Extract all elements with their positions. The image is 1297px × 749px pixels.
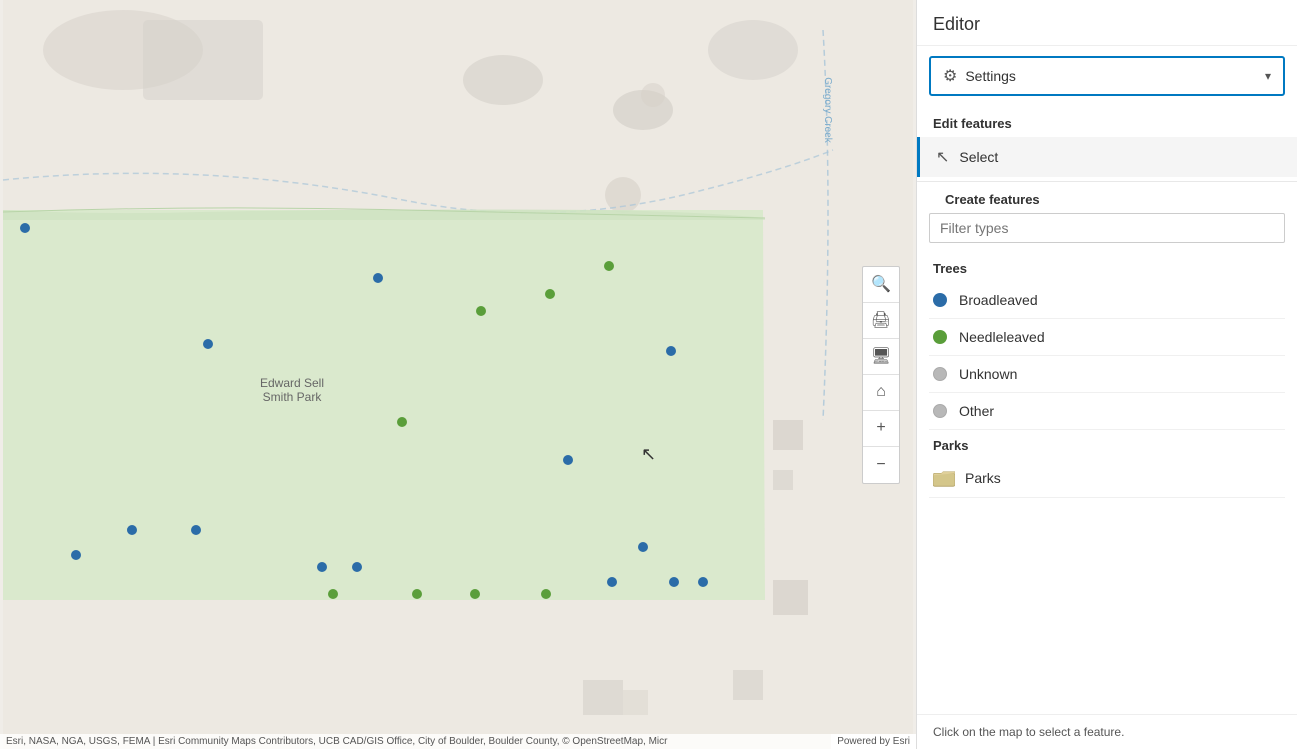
select-tool-item[interactable]: ↖ Select (917, 137, 1297, 177)
monitor-button[interactable]: 🖥 (863, 339, 899, 375)
zoom-out-icon: − (876, 456, 885, 474)
parks-category-label: Parks (929, 430, 1285, 459)
search-tool-button[interactable]: 🔍 (863, 267, 899, 303)
parks-label: Parks (965, 470, 1001, 486)
monitor-icon: 🖥 (871, 346, 891, 366)
edit-features-section: Edit features ↖ Select (917, 106, 1297, 177)
create-features-section: Create features Trees Broadleaved Needle… (917, 182, 1297, 506)
zoom-out-button[interactable]: − (863, 447, 899, 483)
trees-category-label: Trees (929, 253, 1285, 282)
zoom-in-icon: + (876, 419, 885, 437)
unknown-label: Unknown (959, 366, 1017, 382)
list-item[interactable]: Needleleaved (929, 319, 1285, 356)
svg-text:↖: ↖ (641, 444, 656, 464)
broadleaved-dot (933, 293, 947, 307)
other-label: Other (959, 403, 994, 419)
map-attribution: Esri, NASA, NGA, USGS, FEMA | Esri Commu… (0, 734, 916, 749)
unknown-dot (933, 367, 947, 381)
map-toolbar: 🔍 🖨 🖥 ⌂ + − (862, 266, 900, 484)
svg-text:Gregory Creek: Gregory Creek (822, 77, 833, 144)
filter-types-input[interactable] (929, 213, 1285, 243)
edit-features-header: Edit features (917, 106, 1297, 137)
needleleaved-dot (933, 330, 947, 344)
create-features-header: Create features (929, 182, 1285, 213)
select-label: Select (959, 149, 998, 165)
chevron-down-icon: ▾ (1265, 69, 1271, 83)
editor-panel: Editor ⚙ Settings ▾ Edit features ↖ Sele… (916, 0, 1297, 749)
svg-text:Smith Park: Smith Park (263, 390, 323, 404)
status-bar: Click on the map to select a feature. (917, 714, 1297, 749)
home-button[interactable]: ⌂ (863, 375, 899, 411)
search-tool-icon: 🔍 (871, 274, 891, 294)
map-svg: Edward Sell Smith Park Gregory Creek Gre… (0, 0, 916, 749)
powered-by: Powered by Esri (831, 734, 916, 749)
gear-icon: ⚙ (943, 66, 957, 86)
needleleaved-label: Needleleaved (959, 329, 1045, 345)
list-item[interactable]: Unknown (929, 356, 1285, 393)
other-dot (933, 404, 947, 418)
svg-text:Edward Sell: Edward Sell (260, 376, 324, 390)
zoom-in-button[interactable]: + (863, 411, 899, 447)
print-button[interactable]: 🖨 (863, 303, 899, 339)
home-icon: ⌂ (876, 383, 886, 401)
print-icon: 🖨 (871, 310, 891, 330)
cursor-icon: ↖ (936, 147, 949, 167)
list-item[interactable]: Parks (929, 459, 1285, 498)
map-container[interactable]: Edward Sell Smith Park Gregory Creek Gre… (0, 0, 916, 749)
list-item[interactable]: Other (929, 393, 1285, 430)
list-item[interactable]: Broadleaved (929, 282, 1285, 319)
broadleaved-label: Broadleaved (959, 292, 1038, 308)
settings-dropdown[interactable]: ⚙ Settings ▾ (929, 56, 1285, 96)
folder-icon (933, 469, 955, 487)
editor-title: Editor (917, 0, 1297, 46)
settings-label: Settings (965, 68, 1265, 84)
